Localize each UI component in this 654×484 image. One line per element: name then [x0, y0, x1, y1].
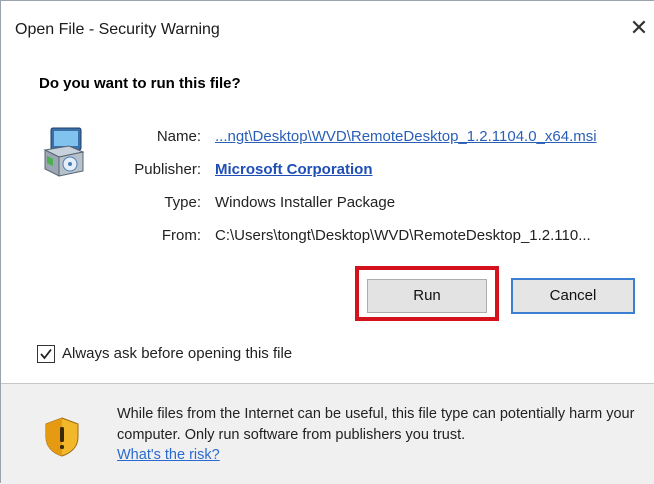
publisher-label: Publisher:	[134, 161, 201, 178]
dialog-heading: Do you want to run this file?	[39, 75, 241, 92]
checkmark-icon	[40, 348, 52, 360]
window-title: Open File - Security Warning	[15, 21, 220, 38]
file-name-link[interactable]: ...ngt\Desktop\WVD\RemoteDesktop_1.2.110…	[215, 128, 597, 145]
warning-shield-icon	[45, 417, 79, 457]
always-ask-checkbox[interactable]	[37, 345, 55, 363]
warning-message: While files from the Internet can be use…	[117, 406, 635, 443]
publisher-link[interactable]: Microsoft Corporation	[215, 161, 373, 178]
whats-the-risk-link[interactable]: What's the risk?	[117, 447, 220, 463]
name-label: Name:	[156, 128, 201, 145]
always-ask-label: Always ask before opening this file	[62, 345, 293, 362]
from-label: From:	[161, 227, 201, 244]
cancel-button[interactable]: Cancel	[511, 278, 635, 314]
type-label: Type:	[164, 194, 201, 211]
run-button[interactable]: Run	[367, 279, 487, 313]
title-bar[interactable]: Open File - Security Warning ✕	[1, 1, 654, 59]
type-value: Windows Installer Package	[215, 194, 396, 211]
from-value: C:\Users\tongt\Desktop\WVD\RemoteDesktop…	[215, 227, 591, 244]
close-button[interactable]: ✕	[625, 15, 653, 43]
security-warning-dialog: Open File - Security Warning ✕ Do you wa…	[0, 0, 654, 484]
warning-footer: While files from the Internet can be use…	[1, 384, 654, 484]
